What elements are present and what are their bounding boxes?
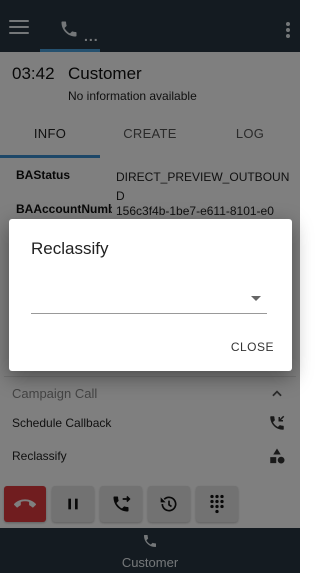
reclassify-select[interactable] [31,284,267,314]
reclassify-dialog: Reclassify CLOSE [9,219,292,371]
close-button[interactable]: CLOSE [231,340,274,354]
dropdown-caret-icon [251,296,261,301]
dialog-title: Reclassify [31,239,109,258]
